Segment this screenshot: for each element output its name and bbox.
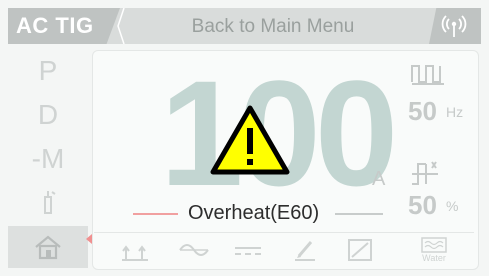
dc-icon[interactable] [231, 236, 265, 264]
pulse-frequency-icon[interactable] [410, 60, 446, 86]
sidebar-item-label: -M [31, 143, 65, 174]
wifi-tab[interactable] [429, 8, 481, 44]
back-to-main-menu-button[interactable]: Back to Main Menu [168, 16, 378, 38]
balance-unit: % [446, 198, 459, 214]
warning-icon [210, 105, 290, 175]
sidebar-item-home[interactable] [8, 226, 88, 268]
screen: AC TIG Back to Main Menu P D -M 100 A 50… [0, 0, 489, 276]
frequency-unit: Hz [446, 104, 464, 120]
mode-tab[interactable]: AC TIG [8, 8, 120, 44]
ac-balance-icon[interactable] [410, 158, 446, 188]
current-unit: A [372, 168, 386, 190]
home-icon [35, 235, 61, 260]
wifi-icon [441, 15, 467, 37]
sidebar-item-torch[interactable] [8, 182, 88, 224]
water-icon [421, 237, 447, 253]
alarm-line-right [335, 213, 383, 215]
frequency-value: 50 [408, 96, 437, 126]
sidebar-item-p[interactable]: P [8, 50, 88, 92]
alarm-line-left [133, 213, 178, 215]
2t-4t-icon[interactable] [118, 236, 152, 264]
chevron-left-icon [117, 8, 125, 44]
sidebar-item-label: D [37, 99, 59, 130]
mode-label: AC TIG [16, 13, 94, 38]
water-button[interactable]: Water [414, 236, 454, 264]
ac-wave-icon[interactable] [177, 236, 211, 264]
sidebar: P D -M [8, 50, 88, 268]
sidebar-item-label: P [38, 55, 58, 86]
water-label: Water [422, 253, 446, 263]
sidebar-item-m[interactable]: -M [8, 138, 88, 180]
header-bar: AC TIG Back to Main Menu [8, 8, 481, 44]
toolbar-divider [94, 232, 474, 233]
pen-icon[interactable] [287, 236, 321, 264]
alarm-message: Overheat(E60) [188, 202, 320, 224]
sidebar-item-d[interactable]: D [8, 94, 88, 136]
balance-value: 50 [408, 190, 437, 220]
torch-icon [44, 191, 56, 214]
square-icon[interactable] [343, 236, 377, 264]
